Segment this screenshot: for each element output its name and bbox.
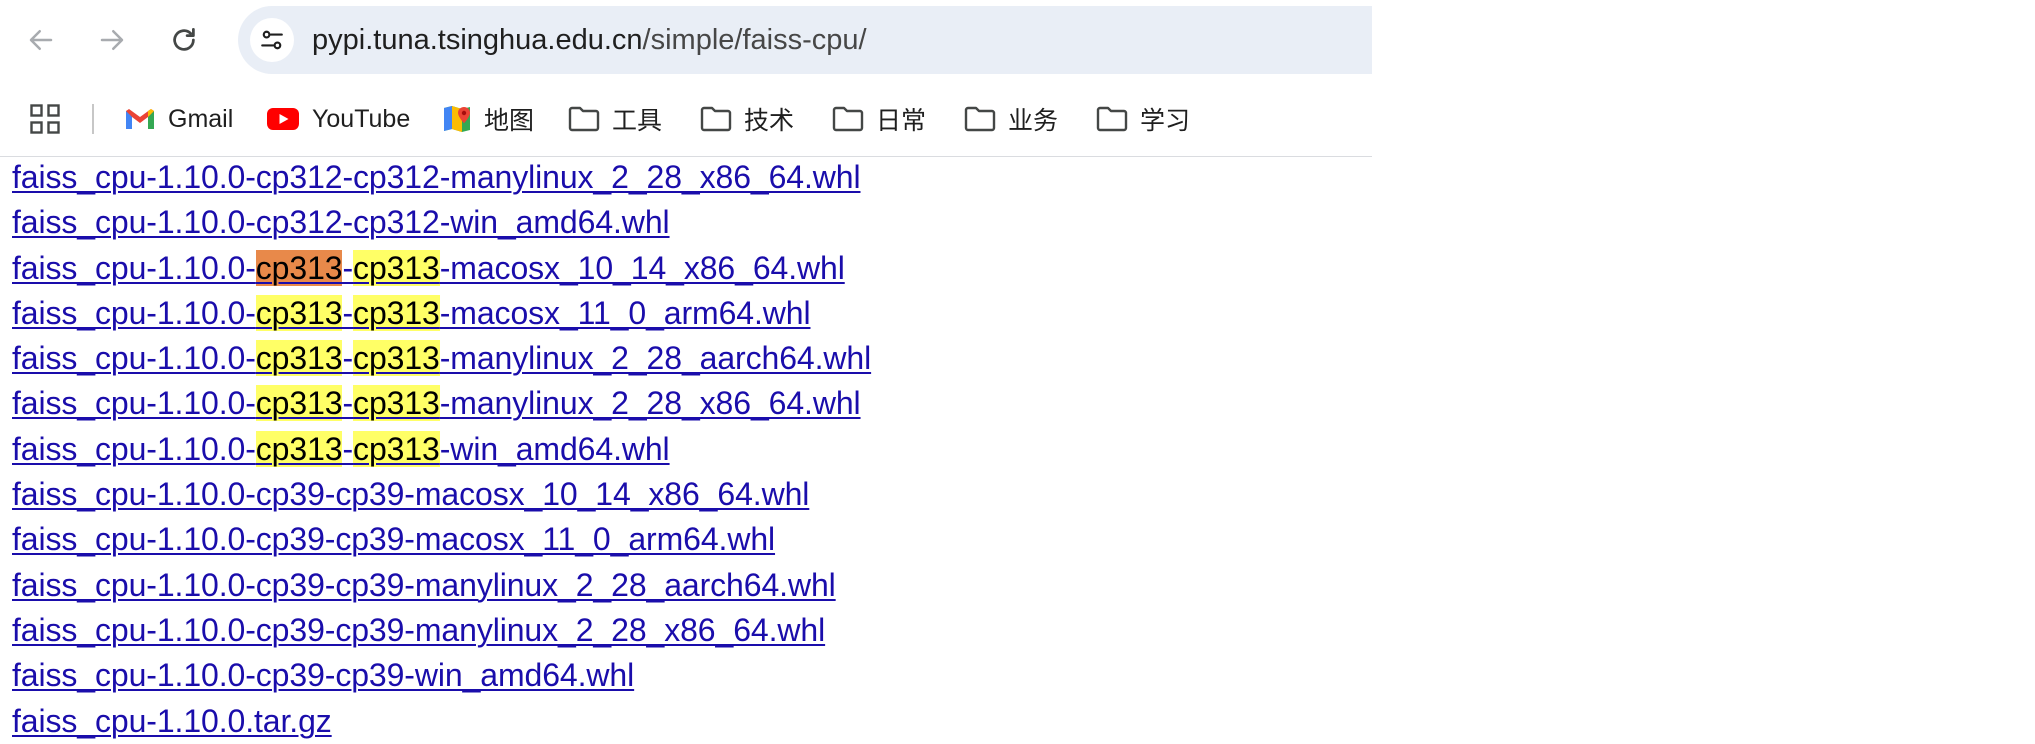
browser-window: pypi.tuna.tsinghua.edu.cn/simple/faiss-c… xyxy=(0,0,1372,742)
file-link[interactable]: faiss_cpu-1.10.0.tar.gz xyxy=(12,699,1384,744)
bookmark-label: YouTube xyxy=(312,104,411,133)
bookmarks-separator xyxy=(92,104,94,134)
arrow-left-icon xyxy=(29,30,53,50)
folder-icon xyxy=(964,106,996,132)
find-match: cp313 xyxy=(255,340,343,377)
url-host: pypi.tuna.tsinghua.edu.cn xyxy=(312,24,643,56)
find-match: cp313 xyxy=(353,294,440,331)
bookmark-folder-tech[interactable]: 技术 xyxy=(700,96,794,142)
bookmark-label: 业务 xyxy=(1008,107,1059,135)
bookmark-label: 学习 xyxy=(1140,107,1191,135)
site-info-button[interactable] xyxy=(250,18,294,62)
find-match: cp313 xyxy=(353,430,440,467)
youtube-icon xyxy=(267,108,299,130)
gmail-icon xyxy=(125,109,155,130)
url-text[interactable]: pypi.tuna.tsinghua.edu.cn/simple/faiss-c… xyxy=(312,6,867,74)
bookmark-label: 技术 xyxy=(744,107,795,135)
folder-icon xyxy=(1096,106,1128,132)
find-match: cp313 xyxy=(353,385,440,422)
reload-button[interactable] xyxy=(156,12,212,68)
find-match: cp313 xyxy=(255,385,343,422)
address-bar[interactable]: pypi.tuna.tsinghua.edu.cn/simple/faiss-c… xyxy=(238,6,1372,74)
find-match: cp313 xyxy=(353,340,440,377)
browser-toolbar: pypi.tuna.tsinghua.edu.cn/simple/faiss-c… xyxy=(0,0,1372,82)
find-match: cp313 xyxy=(255,294,343,331)
bookmark-folder-study[interactable]: 学习 xyxy=(1096,96,1190,142)
find-match: cp313 xyxy=(353,249,440,286)
url-path: /simple/faiss-cpu/ xyxy=(642,24,867,56)
file-link[interactable]: faiss_cpu-1.10.0-cp313-cp313-macosx_10_1… xyxy=(12,246,1384,291)
file-link[interactable]: faiss_cpu-1.10.0-cp313-cp313-manylinux_2… xyxy=(12,381,1384,426)
bookmark-maps[interactable]: 地图 xyxy=(442,96,534,142)
arrow-right-icon xyxy=(100,30,124,50)
apps-button[interactable] xyxy=(30,104,60,134)
reload-icon xyxy=(173,28,195,51)
bookmark-gmail[interactable]: Gmail xyxy=(124,96,233,142)
bookmarks-bar: Gmail YouTube 地图 工具 技术 日常 业务 学习 xyxy=(0,82,1372,157)
file-link[interactable]: faiss_cpu-1.10.0-cp313-cp313-manylinux_2… xyxy=(12,336,1384,381)
file-link[interactable]: faiss_cpu-1.10.0-cp313-cp313-macosx_11_0… xyxy=(12,291,1384,336)
find-match: cp313 xyxy=(255,430,343,467)
bookmark-label: 工具 xyxy=(612,107,663,135)
file-link[interactable]: faiss_cpu-1.10.0-cp39-cp39-manylinux_2_2… xyxy=(12,563,1384,608)
tune-icon xyxy=(261,30,283,50)
bookmark-label: 地图 xyxy=(484,107,535,135)
bookmark-label: Gmail xyxy=(168,104,234,133)
file-list: faiss_cpu-1.10.0-cp312-cp312-manylinux_2… xyxy=(0,157,1384,744)
bookmark-label: 日常 xyxy=(876,107,927,135)
folder-icon xyxy=(568,106,600,132)
bookmark-folder-tools[interactable]: 工具 xyxy=(568,96,662,142)
file-link[interactable]: faiss_cpu-1.10.0-cp312-cp312-manylinux_2… xyxy=(12,155,1384,200)
maps-icon xyxy=(444,106,470,132)
back-button[interactable] xyxy=(13,12,69,68)
folder-icon xyxy=(700,106,732,132)
find-match-active: cp313 xyxy=(255,249,343,286)
bookmark-youtube[interactable]: YouTube xyxy=(266,96,410,142)
folder-icon xyxy=(832,106,864,132)
file-link[interactable]: faiss_cpu-1.10.0-cp39-cp39-macosx_10_14_… xyxy=(12,472,1384,517)
bookmark-folder-business[interactable]: 业务 xyxy=(964,96,1058,142)
bookmark-folder-daily[interactable]: 日常 xyxy=(832,96,926,142)
forward-button[interactable] xyxy=(84,12,140,68)
file-link[interactable]: faiss_cpu-1.10.0-cp312-cp312-win_amd64.w… xyxy=(12,200,1384,245)
file-link[interactable]: faiss_cpu-1.10.0-cp313-cp313-win_amd64.w… xyxy=(12,427,1384,472)
file-link[interactable]: faiss_cpu-1.10.0-cp39-cp39-manylinux_2_2… xyxy=(12,608,1384,653)
file-link[interactable]: faiss_cpu-1.10.0-cp39-cp39-win_amd64.whl xyxy=(12,653,1384,698)
file-link[interactable]: faiss_cpu-1.10.0-cp39-cp39-macosx_11_0_a… xyxy=(12,517,1384,562)
apps-grid-icon xyxy=(30,104,60,134)
